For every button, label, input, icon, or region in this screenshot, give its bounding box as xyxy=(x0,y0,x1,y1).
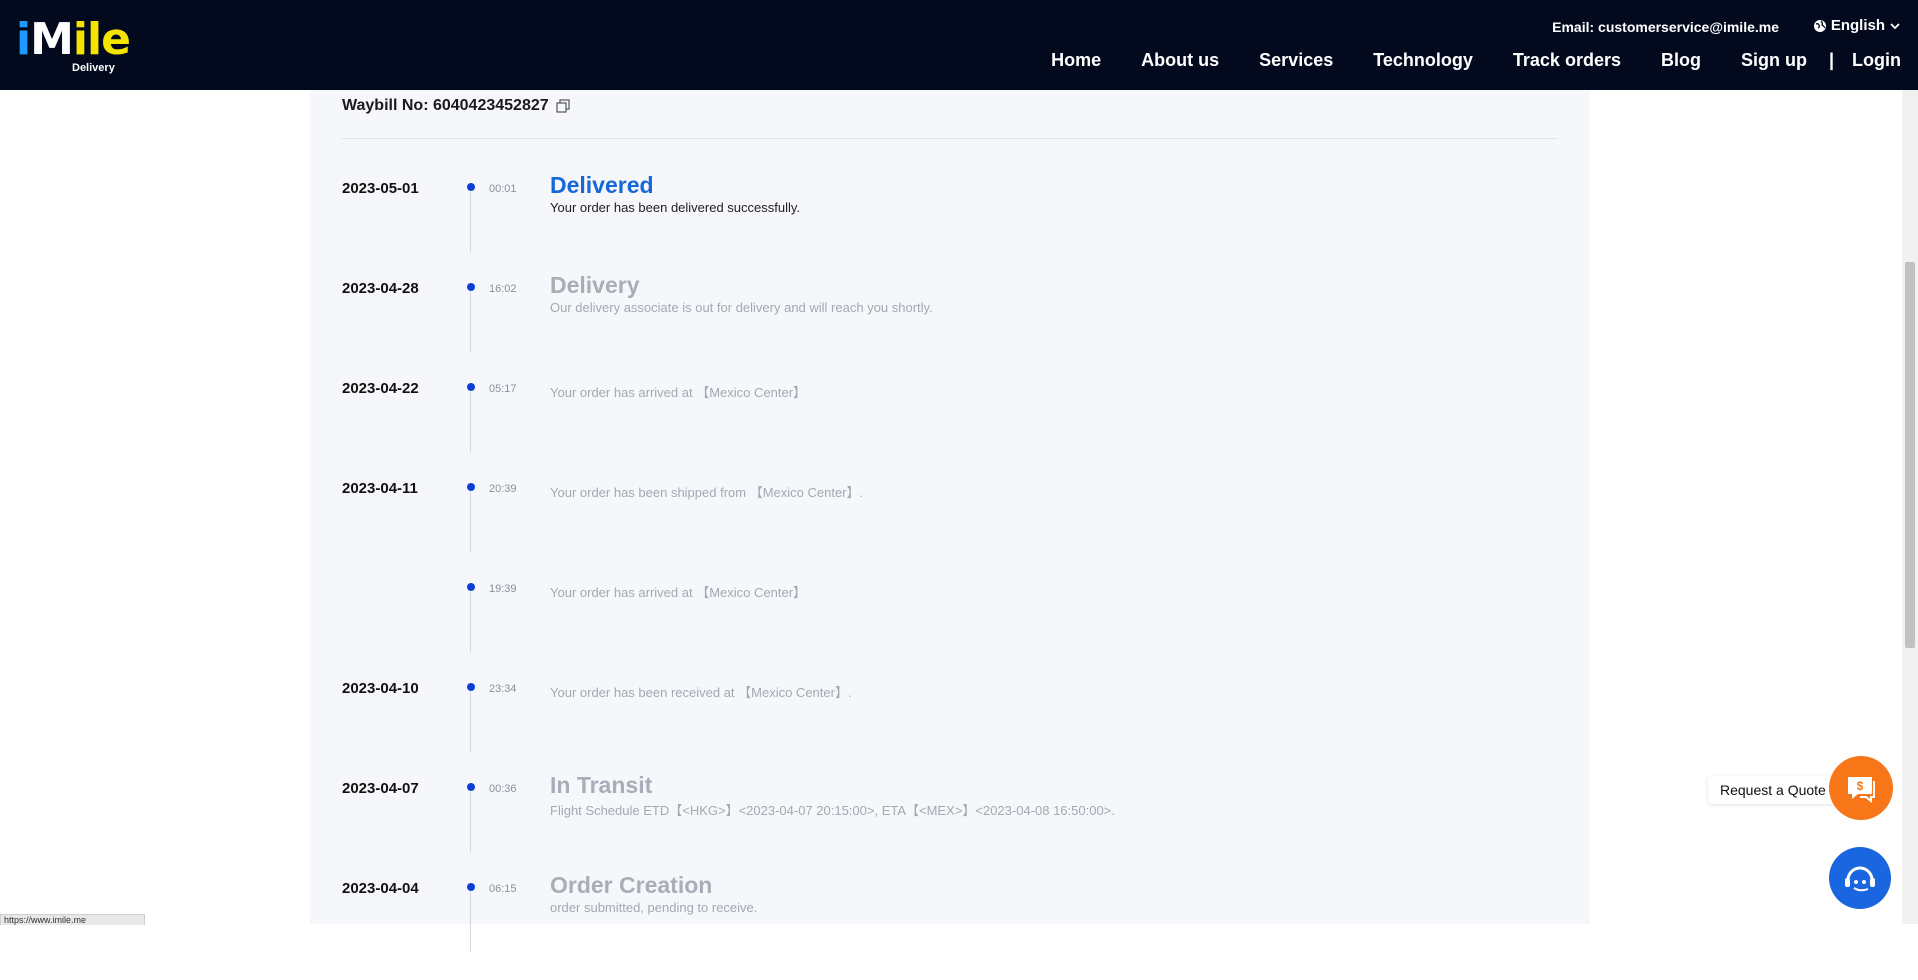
logo-letter-i: i xyxy=(16,14,31,65)
event-time: 05:17 xyxy=(489,383,517,395)
timeline-event: 2023-04-07 00:36 In Transit Flight Sched… xyxy=(310,772,1590,880)
timeline-event: 19:39 Your order has arrived at 【Mexico … xyxy=(310,580,1590,680)
chevron-down-icon xyxy=(1890,22,1900,29)
event-title: Order Creation xyxy=(550,872,713,898)
event-date: 2023-04-28 xyxy=(342,280,419,297)
event-time: 20:39 xyxy=(489,483,517,495)
nav-services[interactable]: Services xyxy=(1259,50,1333,71)
waybill-divider xyxy=(342,138,1558,139)
timeline-dot xyxy=(467,883,475,891)
timeline-event: 2023-05-01 00:01 Delivered Your order ha… xyxy=(310,172,1590,280)
copy-icon[interactable] xyxy=(555,98,571,114)
nav-separator: | xyxy=(1828,50,1835,70)
request-quote-label[interactable]: Request a Quote xyxy=(1708,776,1838,804)
timeline-event: 2023-04-22 05:17 Your order has arrived … xyxy=(310,380,1590,480)
nav-login[interactable]: Login xyxy=(1852,50,1901,71)
quote-chat-icon: $ xyxy=(1848,777,1875,803)
nav-technology[interactable]: Technology xyxy=(1373,50,1473,71)
timeline-event: 2023-04-28 16:02 Delivery Our delivery a… xyxy=(310,272,1590,380)
event-date: 2023-04-07 xyxy=(342,780,419,797)
event-time: 23:34 xyxy=(489,683,517,695)
page-scrollbar[interactable] xyxy=(1902,90,1918,924)
event-date: 2023-04-04 xyxy=(342,880,419,897)
top-navbar: iMile Delivery Email: customerservice@im… xyxy=(0,0,1918,90)
timeline-line xyxy=(470,692,471,752)
timeline-line xyxy=(470,792,471,852)
logo-letter-m: M xyxy=(30,14,74,65)
event-time: 06:15 xyxy=(489,883,517,895)
event-date: 2023-04-22 xyxy=(342,380,419,397)
timeline-dot xyxy=(467,683,475,691)
timeline-line xyxy=(470,592,471,652)
timeline-dot xyxy=(467,383,475,391)
logo-wordmark: iMile xyxy=(16,18,131,62)
timeline-event: 2023-04-04 06:15 Order Creation order su… xyxy=(310,872,1590,980)
timeline-dot xyxy=(467,283,475,291)
timeline-line xyxy=(470,392,471,452)
customer-service-chat-button[interactable] xyxy=(1829,847,1891,909)
tracking-panel: Waybill No: 6040423452827 2023-05-01 00:… xyxy=(310,90,1590,952)
nav-home[interactable]: Home xyxy=(1051,50,1101,71)
request-quote-button[interactable]: $ xyxy=(1829,756,1893,820)
timeline-dot xyxy=(467,783,475,791)
nav-about-us[interactable]: About us xyxy=(1141,50,1219,71)
contact-email[interactable]: Email: customerservice@imile.me xyxy=(1552,19,1779,35)
event-time: 00:36 xyxy=(489,783,517,795)
timeline-line xyxy=(470,892,471,952)
event-description: Your order has been delivered successful… xyxy=(550,200,801,215)
timeline-event: 2023-04-11 20:39 Your order has been shi… xyxy=(310,480,1590,580)
event-date: 2023-04-11 xyxy=(342,480,418,497)
nav-track-orders[interactable]: Track orders xyxy=(1513,50,1621,71)
language-selector[interactable]: English xyxy=(1813,17,1901,34)
logo-subtitle: Delivery xyxy=(72,62,115,74)
event-time: 19:39 xyxy=(489,583,517,595)
timeline-dot xyxy=(467,583,475,591)
waybill-number: Waybill No: 6040423452827 xyxy=(342,97,571,115)
event-description: Our delivery associate is out for delive… xyxy=(550,300,933,315)
event-time: 00:01 xyxy=(489,183,517,195)
logo-letters-le: le xyxy=(86,14,131,65)
event-date: 2023-04-10 xyxy=(342,680,419,697)
imile-logo[interactable]: iMile Delivery xyxy=(16,18,131,75)
timeline-event: 2023-04-10 23:34 Your order has been rec… xyxy=(310,680,1590,780)
event-description: order submitted, pending to receive. xyxy=(550,900,758,915)
logo-letter-i2: i xyxy=(72,14,88,65)
timeline-dot xyxy=(467,183,475,191)
event-description: Your order has arrived at 【Mexico Center… xyxy=(550,385,807,400)
event-date: 2023-05-01 xyxy=(342,180,419,197)
nav-blog[interactable]: Blog xyxy=(1661,50,1701,71)
event-time: 16:02 xyxy=(489,283,517,295)
nav-sign-up[interactable]: Sign up xyxy=(1741,50,1807,71)
language-label: English xyxy=(1830,17,1885,34)
timeline-line xyxy=(470,492,471,552)
event-title: In Transit xyxy=(550,772,653,798)
event-description: Your order has been shipped from 【Mexico… xyxy=(550,485,864,500)
event-title: Delivered xyxy=(550,172,654,198)
event-description: Your order has arrived at 【Mexico Center… xyxy=(550,585,807,600)
globe-icon xyxy=(1813,19,1826,32)
timeline-dot xyxy=(467,483,475,491)
main-nav: Home About us Services Technology Track … xyxy=(1051,50,1901,71)
event-title: Delivery xyxy=(550,272,640,298)
support-agent-icon xyxy=(1845,866,1875,892)
timeline-line xyxy=(470,192,471,252)
scrollbar-thumb[interactable] xyxy=(1905,262,1915,648)
browser-status-url: https://www.imile.me xyxy=(0,914,145,925)
quote-dollar-text: $ xyxy=(1857,779,1864,793)
timeline-line xyxy=(470,292,471,352)
event-description: Your order has been received at 【Mexico … xyxy=(550,685,852,700)
event-description: Flight Schedule ETD【<HKG>】<2023-04-07 20… xyxy=(550,803,1115,818)
waybill-label: Waybill No: 6040423452827 xyxy=(342,97,549,114)
